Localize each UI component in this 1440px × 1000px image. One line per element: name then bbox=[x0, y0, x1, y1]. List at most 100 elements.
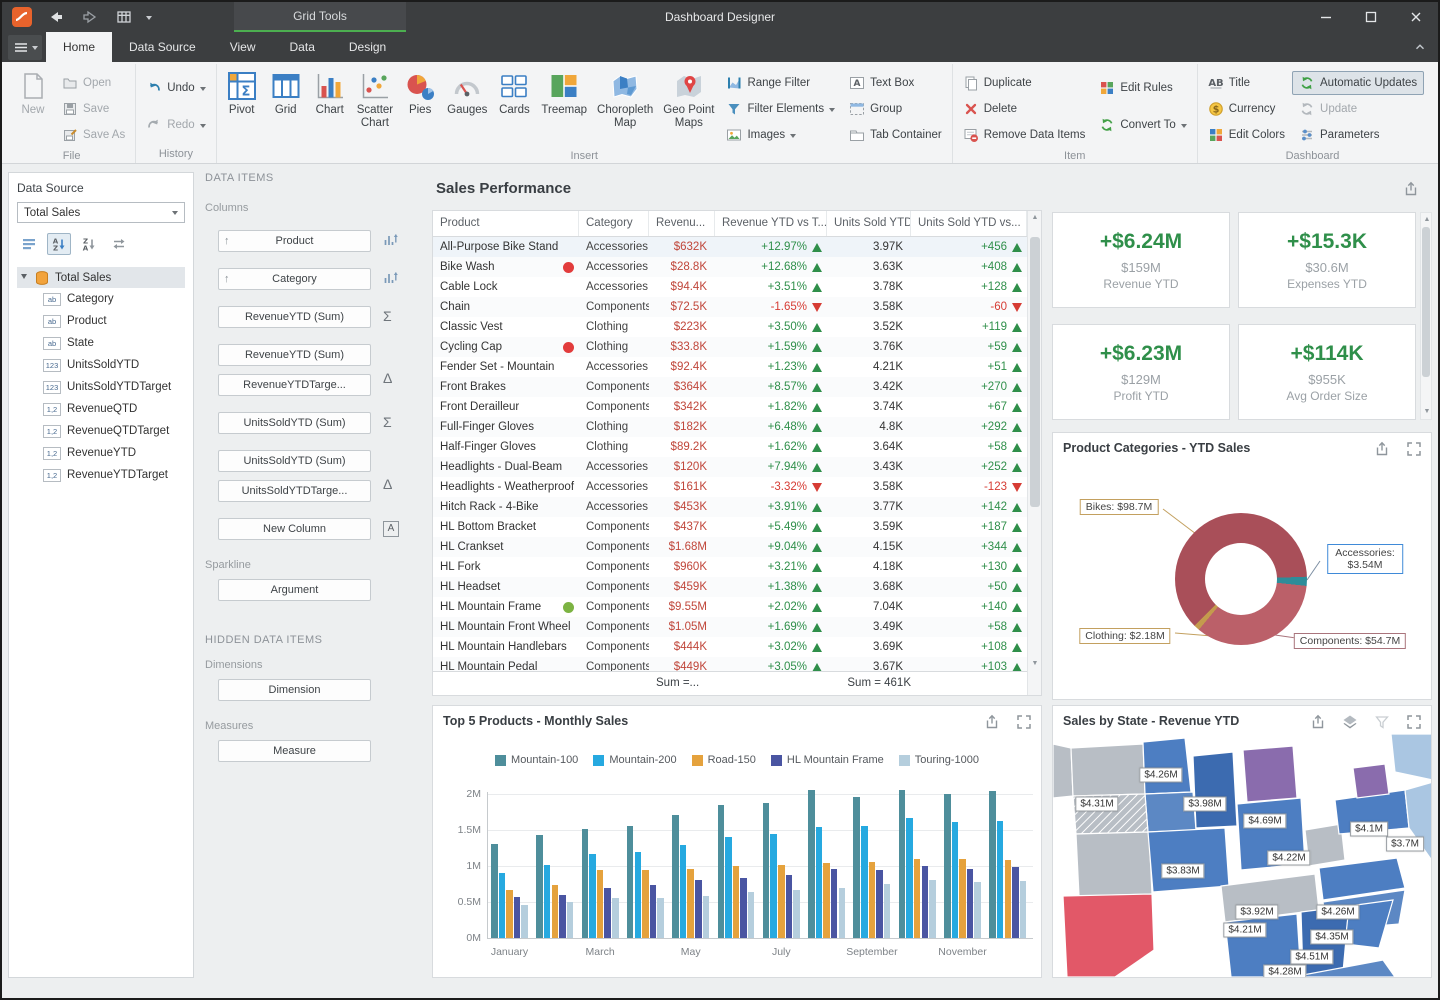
state-shape[interactable] bbox=[1391, 734, 1432, 780]
table-row[interactable]: HL Mountain FrameComponents$9.55M+2.02%7… bbox=[433, 597, 1027, 617]
grid-column-header[interactable]: Product bbox=[433, 211, 579, 236]
bar-chart-dashboard-item[interactable]: Top 5 Products - Monthly Sales Mountain-… bbox=[432, 705, 1042, 978]
legend-item[interactable]: Touring-1000 bbox=[899, 754, 979, 766]
tree-field-unitssoldytdtarget[interactable]: 123UnitsSoldYTDTarget bbox=[17, 376, 185, 398]
pie-dashboard-item[interactable]: Product Categories - YTD Sales Accessori… bbox=[1052, 432, 1432, 700]
tab-view[interactable]: View bbox=[213, 32, 273, 62]
tree-field-unitssoldytd[interactable]: 123UnitsSoldYTD bbox=[17, 354, 185, 376]
automatic-updates-button[interactable]: Automatic Updates bbox=[1292, 71, 1424, 95]
tab-container-button[interactable]: Tab Container bbox=[842, 123, 949, 147]
tree-field-revenueytd[interactable]: 1,2RevenueYTD bbox=[17, 442, 185, 464]
update-button[interactable]: Update bbox=[1292, 97, 1424, 121]
state-shape[interactable] bbox=[1353, 764, 1389, 798]
maximize-item-button[interactable] bbox=[1405, 713, 1423, 731]
column-chooser-button[interactable] bbox=[17, 233, 41, 255]
data-item-product[interactable]: Product bbox=[218, 230, 371, 252]
table-row[interactable]: Headlights - Dual-BeamAccessories$120K+7… bbox=[433, 457, 1027, 477]
legend-item[interactable]: HL Mountain Frame bbox=[771, 754, 884, 766]
data-item-revenueytd-sum-[interactable]: RevenueYTD (Sum) bbox=[218, 344, 371, 366]
export-button[interactable] bbox=[1373, 440, 1391, 458]
data-item-revenueytd-sum-[interactable]: RevenueYTD (Sum) bbox=[218, 306, 371, 328]
tree-field-category[interactable]: abCategory bbox=[17, 288, 185, 310]
legend-item[interactable]: Road-150 bbox=[692, 754, 756, 766]
grid-scrollbar-thumb[interactable] bbox=[1030, 237, 1040, 507]
undo-button[interactable]: Undo bbox=[139, 76, 213, 100]
scatter-chart-button[interactable]: Scatter Chart bbox=[352, 67, 398, 130]
file-menu-button[interactable] bbox=[8, 35, 42, 60]
grid-dashboard-item[interactable]: ProductCategoryRevenu...Revenue YTD vs T… bbox=[432, 210, 1042, 696]
pivot-button[interactable]: ΣPivot bbox=[220, 67, 264, 117]
scroll-up-icon[interactable]: ▲ bbox=[1031, 214, 1039, 222]
grid-button[interactable]: Grid bbox=[264, 67, 308, 117]
legend-item[interactable]: Mountain-200 bbox=[593, 754, 676, 766]
argument-button[interactable]: Argument bbox=[218, 579, 371, 601]
kpi-card-profit-ytd[interactable]: +$6.23M$129MProfit YTD bbox=[1052, 324, 1230, 420]
tab-design[interactable]: Design bbox=[332, 32, 403, 62]
contextual-tab-grid-tools[interactable]: Grid Tools bbox=[234, 2, 406, 32]
tree-field-revenueqtdtarget[interactable]: 1,2RevenueQTDTarget bbox=[17, 420, 185, 442]
geo-point-maps-button[interactable]: Geo Point Maps bbox=[658, 67, 719, 133]
tab-home[interactable]: Home bbox=[46, 32, 112, 62]
cards-scrollbar[interactable]: ▲ ▼ bbox=[1420, 212, 1432, 420]
state-shape[interactable] bbox=[1076, 832, 1152, 896]
table-row[interactable]: HL Bottom BracketComponents$437K+5.49%3.… bbox=[433, 517, 1027, 537]
collapse-ribbon-button[interactable] bbox=[1410, 39, 1430, 55]
table-row[interactable]: All-Purpose Bike StandAccessories$632K+1… bbox=[433, 237, 1027, 257]
move-fields-button[interactable] bbox=[107, 233, 131, 255]
sort-descending-button[interactable]: ZA bbox=[77, 233, 101, 255]
duplicate-button[interactable]: Duplicate bbox=[956, 71, 1093, 95]
quick-access-caret-icon[interactable] bbox=[146, 16, 152, 23]
sort-by-icon[interactable] bbox=[383, 232, 399, 251]
state-shape[interactable] bbox=[1148, 828, 1229, 892]
table-row[interactable]: Front DerailleurComponents$342K+1.82%3.7… bbox=[433, 397, 1027, 417]
text-box-button[interactable]: AText Box bbox=[842, 71, 949, 95]
layers-icon[interactable] bbox=[1341, 713, 1359, 731]
table-row[interactable]: Headlights - WeatherproofAccessories$161… bbox=[433, 477, 1027, 497]
edit-rules-button[interactable]: Edit Rules bbox=[1092, 76, 1193, 100]
slice-label-accessories[interactable]: Accessories:$3.54M bbox=[1327, 544, 1403, 574]
data-item-unitssoldytd-sum-[interactable]: UnitsSoldYTD (Sum) bbox=[218, 450, 371, 472]
export-button[interactable] bbox=[983, 713, 1001, 731]
data-item-revenueytdtarge-[interactable]: RevenueYTDTarge... bbox=[218, 374, 371, 396]
tab-data[interactable]: Data bbox=[273, 32, 332, 62]
chart-button[interactable]: Chart bbox=[308, 67, 352, 117]
data-item-category[interactable]: Category bbox=[218, 268, 371, 290]
open-button[interactable]: Open bbox=[55, 71, 132, 95]
remove-data-items-button[interactable]: Remove Data Items bbox=[956, 123, 1093, 147]
data-item-new-column[interactable]: New Column bbox=[218, 518, 371, 540]
table-row[interactable]: HL Mountain Front WheelComponents$1.05M+… bbox=[433, 617, 1027, 637]
forward-icon[interactable] bbox=[78, 6, 102, 28]
state-shape[interactable] bbox=[1063, 894, 1154, 977]
table-row[interactable]: HL Mountain HandlebarsComponents$444K+3.… bbox=[433, 637, 1027, 657]
sort-by-icon[interactable] bbox=[383, 270, 399, 289]
maximize-button[interactable] bbox=[1348, 2, 1393, 32]
map-dashboard-item[interactable]: Sales by State - Revenue YTD bbox=[1052, 705, 1432, 978]
grid-column-header[interactable]: Revenu... bbox=[649, 211, 715, 236]
tree-field-revenueqtd[interactable]: 1,2RevenueQTD bbox=[17, 398, 185, 420]
scroll-down-icon[interactable]: ▼ bbox=[1031, 660, 1039, 668]
kpi-card-expenses-ytd[interactable]: +$15.3K$30.6MExpenses YTD bbox=[1238, 212, 1416, 308]
cards-button[interactable]: Cards bbox=[492, 67, 536, 117]
choropleth-map-button[interactable]: Choropleth Map bbox=[592, 67, 658, 130]
sort-ascending-button[interactable]: AZ bbox=[47, 233, 71, 255]
table-row[interactable]: Classic VestClothing$223K+3.50%3.52K+119 bbox=[433, 317, 1027, 337]
title-button[interactable]: ABTitle bbox=[1201, 71, 1292, 95]
table-row[interactable]: Bike WashAccessories$28.8K+12.68%3.63K+4… bbox=[433, 257, 1027, 277]
table-row[interactable]: HL HeadsetComponents$459K+1.38%3.68K+50 bbox=[433, 577, 1027, 597]
grid-column-header[interactable]: Category bbox=[579, 211, 649, 236]
state-shape[interactable] bbox=[1193, 752, 1237, 828]
grid-column-header[interactable]: Revenue YTD vs T... bbox=[715, 211, 827, 236]
treemap-button[interactable]: Treemap bbox=[536, 67, 592, 117]
kpi-card-revenue-ytd[interactable]: +$6.24M$159MRevenue YTD bbox=[1052, 212, 1230, 308]
table-row[interactable]: HL ForkComponents$960K+3.21%4.18K+130 bbox=[433, 557, 1027, 577]
export-dashboard-button[interactable] bbox=[1402, 180, 1420, 198]
table-row[interactable]: Hitch Rack - 4-BikeAccessories$453K+3.91… bbox=[433, 497, 1027, 517]
state-shape[interactable] bbox=[1071, 744, 1145, 796]
images-button[interactable]: Images bbox=[719, 123, 842, 147]
grid-column-header[interactable]: Units Sold YTD vs... bbox=[911, 211, 1027, 236]
pies-button[interactable]: Pies bbox=[398, 67, 442, 117]
table-row[interactable]: Front BrakesComponents$364K+8.57%3.42K+2… bbox=[433, 377, 1027, 397]
convert-to-button[interactable]: Convert To bbox=[1092, 113, 1193, 137]
tree-field-state[interactable]: abState bbox=[17, 332, 185, 354]
scroll-down-icon[interactable]: ▼ bbox=[1423, 408, 1431, 416]
